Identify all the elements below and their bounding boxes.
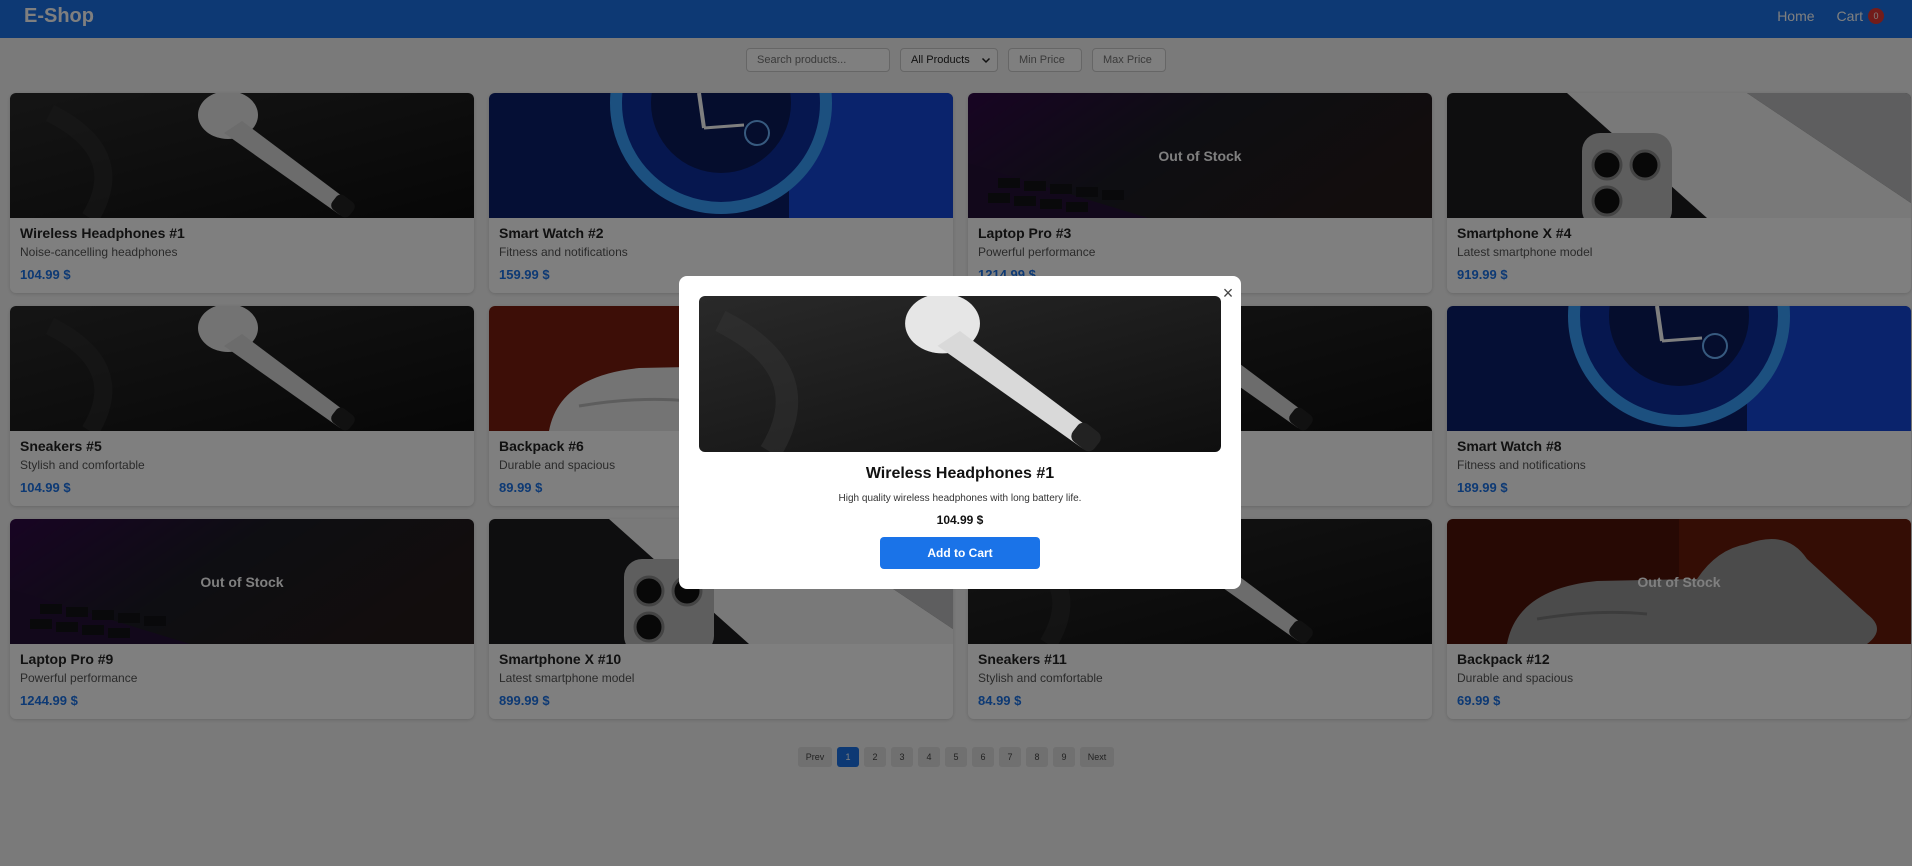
add-to-cart-button[interactable]: Add to Cart (880, 537, 1040, 569)
product-modal: × Wireless Headphones #1 High quality wi… (679, 276, 1241, 589)
close-icon[interactable]: × (1219, 284, 1237, 302)
modal-title: Wireless Headphones #1 (865, 465, 1055, 482)
modal-price: 104.99 $ (936, 513, 984, 527)
modal-description: High quality wireless headphones with lo… (838, 493, 1082, 504)
modal-product-image (699, 296, 1221, 452)
